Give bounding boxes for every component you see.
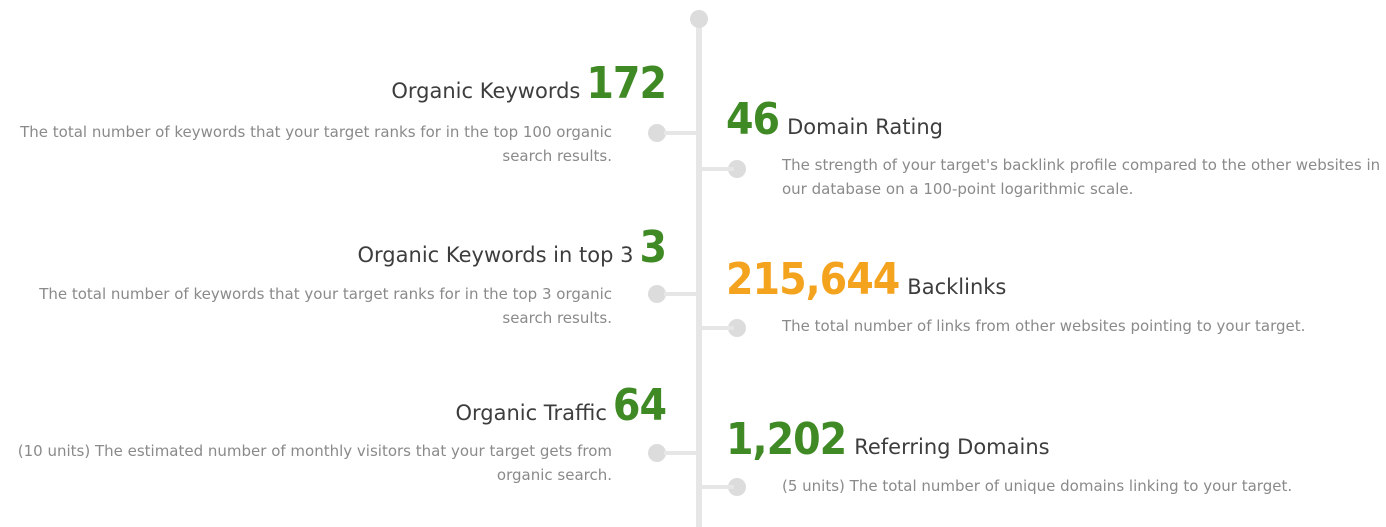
organic-keywords-top3-connector	[664, 292, 698, 296]
referring-domains-description: (5 units) The total number of unique dom…	[782, 477, 1293, 495]
backlinks-description: The total number of links from other web…	[782, 317, 1306, 335]
organic-keywords-heading: Organic Keywords 172	[391, 58, 667, 109]
domain-rating-description: The strength of your target's backlink p…	[782, 156, 1381, 198]
backlinks-label: Backlinks	[907, 275, 1007, 299]
organic-traffic-heading: Organic Traffic 64	[455, 380, 667, 431]
organic-keywords-top3-value: 3	[639, 222, 667, 273]
referring-domains-heading: 1,202 Referring Domains	[726, 418, 1050, 462]
organic-keywords-connector	[664, 131, 698, 135]
domain-rating-connector	[700, 167, 734, 171]
organic-traffic-description: (10 units) The estimated number of month…	[17, 442, 612, 484]
domain-rating-value: 46	[726, 94, 780, 145]
organic-traffic-label: Organic Traffic	[455, 401, 607, 425]
organic-keywords-top3-description: The total number of keywords that your t…	[39, 285, 612, 327]
organic-keywords-top3-label: Organic Keywords in top 3	[357, 243, 634, 267]
organic-traffic-connector	[664, 451, 698, 455]
referring-domains-label: Referring Domains	[854, 435, 1050, 459]
domain-rating-label: Domain Rating	[787, 115, 943, 139]
organic-keywords-top3-heading: Organic Keywords in top 3 3	[357, 222, 667, 273]
organic-keywords-label: Organic Keywords	[391, 79, 581, 103]
backlinks-connector	[700, 326, 734, 330]
organic-keywords-value: 172	[586, 58, 667, 109]
backlinks-heading: 215,644 Backlinks	[726, 258, 1006, 302]
timeline-top-dot	[690, 10, 708, 28]
referring-domains-value: 1,202	[726, 414, 847, 465]
domain-rating-heading: 46 Domain Rating	[726, 98, 943, 142]
referring-domains-connector	[700, 485, 734, 489]
backlinks-value: 215,644	[726, 254, 900, 305]
organic-keywords-description: The total number of keywords that your t…	[20, 123, 612, 165]
organic-traffic-value: 64	[612, 380, 667, 431]
